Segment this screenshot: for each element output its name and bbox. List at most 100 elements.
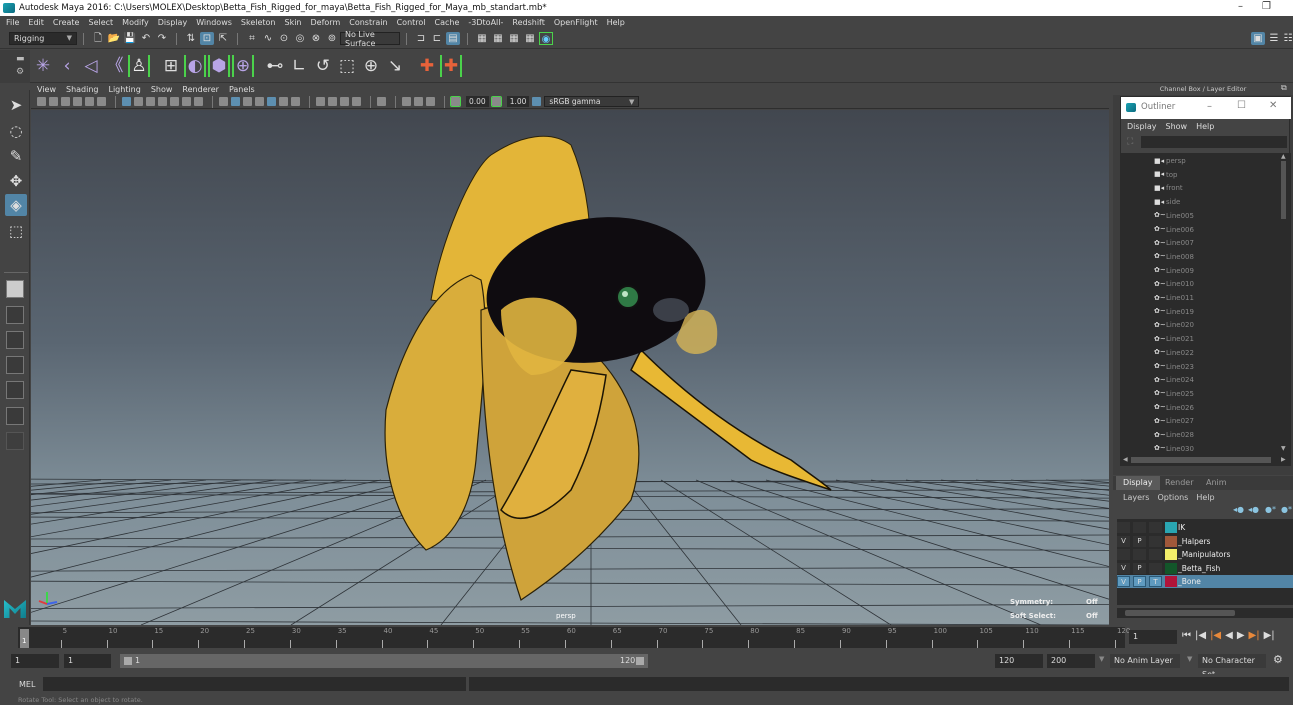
snap-grid-icon[interactable]: ⌗ xyxy=(245,32,259,45)
playback-end-field[interactable]: 120 xyxy=(995,654,1043,668)
grid-toggle-icon[interactable] xyxy=(122,97,131,106)
mel-label[interactable]: MEL xyxy=(19,680,35,689)
anim-layer-dropdown[interactable]: No Anim Layer xyxy=(1110,654,1180,668)
scrollbar-thumb[interactable] xyxy=(1125,610,1235,616)
outliner-titlebar[interactable]: Outliner – ☐ ✕ xyxy=(1121,97,1291,119)
rotate-tool-icon[interactable]: ◈ xyxy=(5,194,27,216)
range-end-handle[interactable] xyxy=(636,657,644,665)
go-to-start-icon[interactable]: ⏮ xyxy=(1182,630,1191,641)
aim-constraint-icon[interactable]: ⊕ xyxy=(360,55,382,77)
locator-icon[interactable]: ✚ xyxy=(416,55,438,77)
cluster-icon[interactable]: ⊕ xyxy=(232,55,254,77)
channel-box-icon[interactable]: ☷ xyxy=(1281,32,1293,45)
outliner-item[interactable]: ■◂ top xyxy=(1154,169,1177,181)
outliner-item[interactable]: ✿~ Line011 xyxy=(1154,292,1194,304)
outliner-item[interactable]: ✿~ Line024 xyxy=(1154,374,1194,386)
viewport-menu-panels[interactable]: Panels xyxy=(229,85,255,94)
help-menu[interactable]: Help xyxy=(1196,493,1214,502)
smooth-bind-icon[interactable]: ◐ xyxy=(184,55,206,77)
menu-3dtoall[interactable]: -3DtoAll- xyxy=(468,18,503,27)
snap-point-icon[interactable]: ⊙ xyxy=(277,32,291,45)
lattice-icon[interactable]: ⬢ xyxy=(208,55,230,77)
step-forward-frame-icon[interactable]: ▶| xyxy=(1249,630,1260,641)
ipr-render-icon[interactable]: ▦ xyxy=(491,32,505,45)
range-start-handle[interactable] xyxy=(124,657,132,665)
textured-icon[interactable] xyxy=(255,97,264,106)
outliner-vscrollbar[interactable]: ▲ ▼ xyxy=(1279,153,1289,453)
layer-color-swatch[interactable] xyxy=(1165,549,1177,561)
range-slider-bar[interactable]: 1 120 xyxy=(120,654,648,668)
minimize-button[interactable]: – xyxy=(1207,101,1212,112)
shadows-icon[interactable] xyxy=(279,97,288,106)
bookmark-icon[interactable] xyxy=(61,97,70,106)
select-object-icon[interactable]: ⊡ xyxy=(200,32,214,45)
exposure-icon[interactable] xyxy=(450,96,461,107)
camera-select-icon[interactable] xyxy=(37,97,46,106)
modeling-toolkit-icon[interactable]: ▣ xyxy=(1251,32,1265,45)
multisample-aa-icon[interactable] xyxy=(328,97,337,106)
outliner-display-menu[interactable]: Display xyxy=(1127,122,1157,131)
input-ops-icon[interactable]: ⊐ xyxy=(414,32,428,45)
outliner-item[interactable]: ✿~ Line026 xyxy=(1154,402,1194,414)
film-gate-icon[interactable] xyxy=(134,97,143,106)
scale-constraint-icon[interactable]: ⬚ xyxy=(336,55,358,77)
ik-handle-icon[interactable]: ‹ xyxy=(56,55,78,77)
layer-row[interactable]: IK xyxy=(1117,521,1293,534)
snap-projected-icon[interactable]: ◎ xyxy=(293,32,307,45)
end-time-field[interactable]: 200 xyxy=(1047,654,1095,668)
animation-preferences-icon[interactable]: ⚙ xyxy=(1273,653,1283,666)
outliner-item[interactable]: ✿~ Line006 xyxy=(1154,224,1194,236)
select-component-icon[interactable]: ⇱ xyxy=(216,32,230,45)
use-all-lights-icon[interactable] xyxy=(267,97,276,106)
single-pane-layout-icon[interactable] xyxy=(6,280,24,298)
layers-menu[interactable]: Layers xyxy=(1123,493,1149,502)
layer-visibility-toggle[interactable]: V xyxy=(1117,535,1130,547)
smooth-shade-icon[interactable] xyxy=(231,97,240,106)
two-pane-stacked-layout-icon[interactable] xyxy=(6,356,24,374)
field-chart-icon[interactable] xyxy=(170,97,179,106)
locator-bracket-icon[interactable]: ✚ xyxy=(440,55,462,77)
menu-modify[interactable]: Modify xyxy=(122,18,149,27)
outliner-item[interactable]: ■◂ front xyxy=(1154,182,1183,194)
new-scene-icon[interactable]: 🗋 xyxy=(91,32,105,45)
layer-playback-toggle[interactable]: P xyxy=(1133,562,1146,574)
joint-tool-icon[interactable]: ✳ xyxy=(32,55,54,77)
layer-scrollbar[interactable] xyxy=(1117,608,1293,618)
scroll-left-icon[interactable]: ◀ xyxy=(1123,456,1128,463)
snap-curve-icon[interactable]: ∿ xyxy=(261,32,275,45)
outliner-item[interactable]: ■◂ persp xyxy=(1154,155,1186,167)
humanik-icon[interactable]: ♙ xyxy=(128,55,150,77)
close-button[interactable]: ✕ xyxy=(1269,100,1277,111)
four-pane-layout-icon[interactable] xyxy=(6,306,24,324)
new-layer-selected-icon[interactable]: ●* xyxy=(1281,505,1292,514)
layer-playback-toggle[interactable] xyxy=(1133,522,1146,533)
outliner-item[interactable]: ✿~ Line025 xyxy=(1154,388,1194,400)
exposure-field[interactable]: 0.00 xyxy=(466,96,489,107)
attribute-editor-icon[interactable]: ☰ xyxy=(1267,32,1281,45)
menu-create[interactable]: Create xyxy=(53,18,80,27)
layer-visibility-toggle[interactable] xyxy=(1117,522,1130,533)
mel-command-input[interactable] xyxy=(43,677,466,691)
layer-template-toggle[interactable] xyxy=(1149,549,1162,561)
move-tool-icon[interactable]: ✥ xyxy=(5,170,27,192)
outliner-item[interactable]: ✿~ Line027 xyxy=(1154,415,1194,427)
more-layouts-button[interactable] xyxy=(6,432,24,450)
layer-template-toggle[interactable]: T xyxy=(1149,576,1162,588)
xray-icon[interactable] xyxy=(377,97,386,106)
menu-edit[interactable]: Edit xyxy=(28,18,44,27)
outliner-item[interactable]: ✿~ Line007 xyxy=(1154,237,1194,249)
point-constraint-icon[interactable]: ∟ xyxy=(288,55,310,77)
tab-display[interactable]: Display xyxy=(1116,476,1160,490)
two-pane-side-layout-icon[interactable] xyxy=(6,331,24,349)
outliner-help-menu[interactable]: Help xyxy=(1196,122,1214,131)
outliner-item[interactable]: ✿~ Line028 xyxy=(1154,429,1194,441)
perspective-viewport[interactable]: persp Symmetry: Off Soft Select: Off xyxy=(31,110,1109,625)
outliner-filter-input[interactable] xyxy=(1141,136,1287,148)
pole-vector-icon[interactable]: ↘ xyxy=(384,55,406,77)
graph-persp-layout-icon[interactable] xyxy=(6,407,24,425)
shelf-handle[interactable]: ▬ ⚙ xyxy=(0,50,30,83)
outliner-item[interactable]: ✿~ Line021 xyxy=(1154,333,1194,345)
lasso-tool-icon[interactable]: ◌ xyxy=(5,120,27,142)
step-back-frame-icon[interactable]: |◀ xyxy=(1210,630,1221,641)
outliner-item[interactable]: ✿~ Line023 xyxy=(1154,361,1194,373)
